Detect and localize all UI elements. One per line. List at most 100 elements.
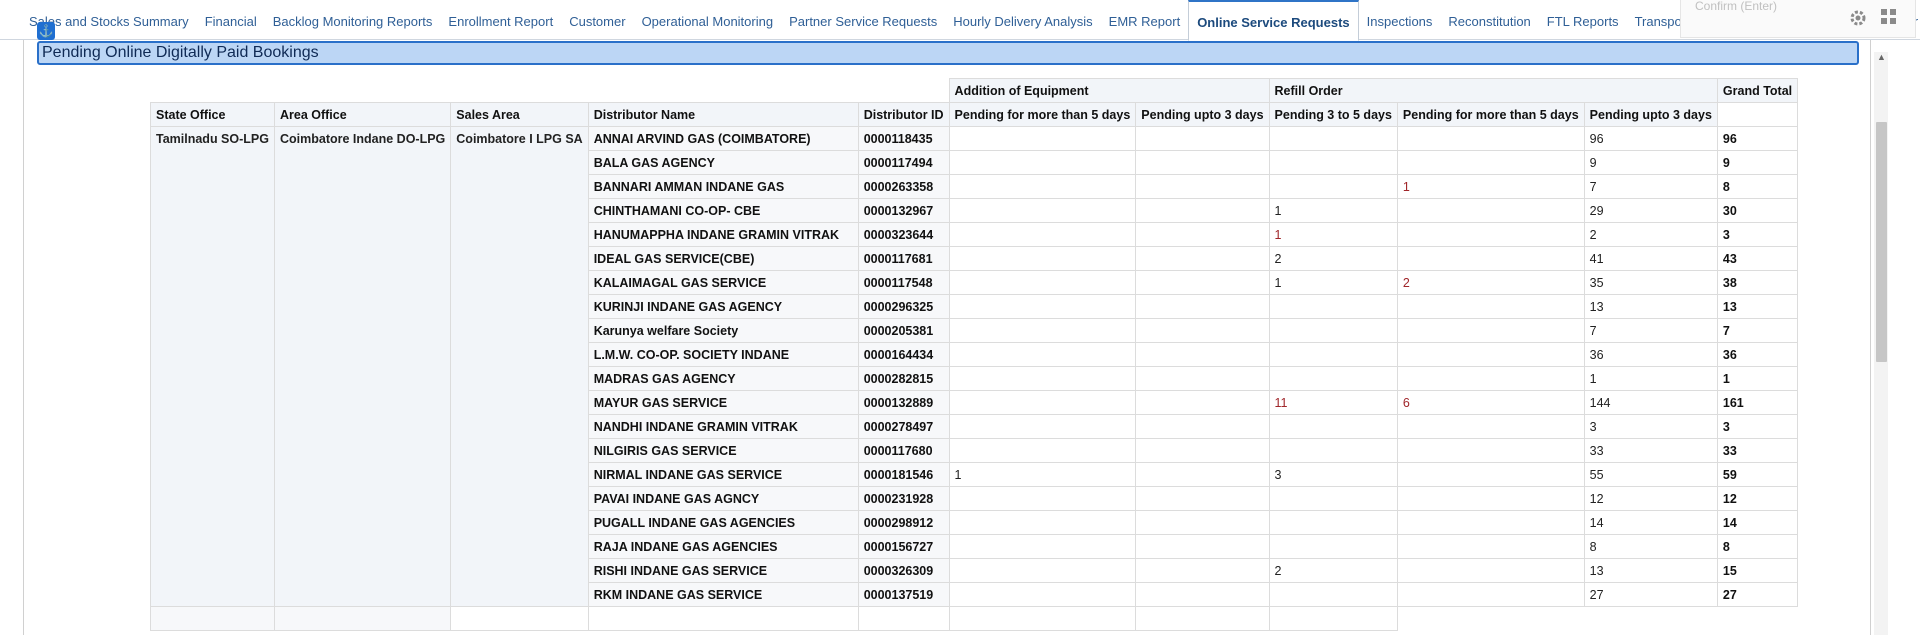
value-cell xyxy=(1268,342,1398,367)
col-header-ref-upto-3: Pending upto 3 days xyxy=(1583,102,1718,127)
distributor-id-cell: 0000132889 xyxy=(857,390,950,415)
tab-hourly-delivery-analysis[interactable]: Hourly Delivery Analysis xyxy=(945,0,1100,40)
distributor-id-cell: 0000117548 xyxy=(857,270,950,295)
grand-total-cell: 12 xyxy=(1716,486,1799,511)
col-header-add-more-5: Pending for more than 5 days xyxy=(948,102,1137,127)
value-cell xyxy=(1135,486,1270,511)
distributor-name-cell: RKM INDANE GAS SERVICE xyxy=(587,582,859,607)
anchor-icon[interactable]: ⚓ xyxy=(37,22,55,40)
grand-total-cell: 9 xyxy=(1716,150,1799,175)
tab-backlog-monitoring-reports[interactable]: Backlog Monitoring Reports xyxy=(265,0,441,40)
value-cell xyxy=(1135,318,1270,343)
value-cell: 6 xyxy=(1396,390,1585,415)
value-cell: 2 xyxy=(1268,246,1398,271)
value-cell: 144 xyxy=(1583,390,1718,415)
distributor-name-cell: NIRMAL INDANE GAS SERVICE xyxy=(587,462,859,487)
tab-operational-monitoring[interactable]: Operational Monitoring xyxy=(634,0,782,40)
empty-cell xyxy=(273,606,452,631)
grand-total-cell: 38 xyxy=(1716,270,1799,295)
value-cell xyxy=(1268,438,1398,463)
tab-enrollment-report[interactable]: Enrollment Report xyxy=(440,0,561,40)
value-cell xyxy=(1396,462,1585,487)
col-header-ref-more-5: Pending for more than 5 days xyxy=(1396,102,1585,127)
value-cell xyxy=(1135,510,1270,535)
value-cell: 29 xyxy=(1583,198,1718,223)
value-cell xyxy=(1396,582,1585,607)
value-cell xyxy=(1396,510,1585,535)
distributor-name-cell: MAYUR GAS SERVICE xyxy=(587,390,859,415)
value-cell xyxy=(1268,174,1398,199)
value-cell xyxy=(1135,174,1270,199)
distributor-name-cell: NILGIRIS GAS SERVICE xyxy=(587,438,859,463)
distributor-id-cell: 0000156727 xyxy=(857,534,950,559)
value-cell: 1 xyxy=(1268,222,1398,247)
value-cell: 2 xyxy=(1268,558,1398,583)
grand-total-cell: 30 xyxy=(1716,198,1799,223)
distributor-id-cell: 0000181546 xyxy=(857,462,950,487)
value-cell xyxy=(1268,366,1398,391)
value-cell xyxy=(1135,150,1270,175)
value-cell xyxy=(1135,438,1270,463)
value-cell xyxy=(948,342,1137,367)
value-cell: 13 xyxy=(1583,558,1718,583)
value-cell xyxy=(1135,222,1270,247)
value-cell xyxy=(948,390,1137,415)
distributor-id-cell: 0000118435 xyxy=(857,126,950,151)
value-cell: 14 xyxy=(1583,510,1718,535)
scrollbar-thumb[interactable] xyxy=(1876,122,1887,362)
distributor-name-cell: NANDHI INDANE GRAMIN VITRAK xyxy=(587,414,859,439)
grand-total-cell: 161 xyxy=(1716,390,1799,415)
value-cell xyxy=(1135,270,1270,295)
tab-online-service-requests[interactable]: Online Service Requests xyxy=(1188,0,1359,41)
tab-inspections[interactable]: Inspections xyxy=(1359,0,1441,40)
value-cell: 9 xyxy=(1583,150,1718,175)
col-header-distributor-id: Distributor ID xyxy=(857,102,950,127)
grid-icon[interactable] xyxy=(1880,8,1898,26)
grand-total-cell: 43 xyxy=(1716,246,1799,271)
distributor-id-cell: 0000231928 xyxy=(857,486,950,511)
distributor-id-cell: 0000326309 xyxy=(857,558,950,583)
value-cell: 55 xyxy=(1583,462,1718,487)
distributor-id-cell: 0000282815 xyxy=(857,366,950,391)
value-cell xyxy=(948,198,1137,223)
value-cell xyxy=(948,150,1137,175)
table-row-partial xyxy=(150,606,1798,631)
grand-total-cell: 36 xyxy=(1716,342,1799,367)
distributor-id-cell: 0000117494 xyxy=(857,150,950,175)
scroll-up-arrow-icon[interactable]: ▲ xyxy=(1877,52,1886,62)
empty-cell xyxy=(1135,606,1270,631)
value-cell xyxy=(1268,486,1398,511)
value-cell xyxy=(948,534,1137,559)
value-cell: 7 xyxy=(1583,318,1718,343)
distributor-name-cell: PUGALL INDANE GAS AGENCIES xyxy=(587,510,859,535)
value-cell xyxy=(1396,126,1585,151)
grand-total-cell: 1 xyxy=(1716,366,1799,391)
tab-ftl-reports[interactable]: FTL Reports xyxy=(1539,0,1627,40)
distributor-id-cell: 0000164434 xyxy=(857,342,950,367)
value-cell xyxy=(948,246,1137,271)
group-header-grand-total: Grand Total xyxy=(1716,78,1799,103)
value-cell: 2 xyxy=(1583,222,1718,247)
tab-reconstitution[interactable]: Reconstitution xyxy=(1440,0,1538,40)
value-cell xyxy=(1396,366,1585,391)
header-spacer xyxy=(150,78,950,103)
vertical-scrollbar[interactable]: ▲ xyxy=(1874,52,1888,635)
col-header-sales-area: Sales Area xyxy=(450,102,589,127)
distributor-name-cell: KALAIMAGAL GAS SERVICE xyxy=(587,270,859,295)
value-cell xyxy=(1135,462,1270,487)
value-cell xyxy=(1268,318,1398,343)
value-cell xyxy=(1396,534,1585,559)
value-cell xyxy=(1268,126,1398,151)
grand-total-cell: 7 xyxy=(1716,318,1799,343)
sales-area-cell: Coimbatore I LPG SA xyxy=(450,126,589,607)
distributor-name-cell: RISHI INDANE GAS SERVICE xyxy=(587,558,859,583)
tab-financial[interactable]: Financial xyxy=(197,0,265,40)
value-cell xyxy=(1135,534,1270,559)
gear-icon[interactable] xyxy=(1848,8,1868,28)
tab-partner-service-requests[interactable]: Partner Service Requests xyxy=(781,0,945,40)
tab-customer[interactable]: Customer xyxy=(561,0,633,40)
value-cell: 27 xyxy=(1583,582,1718,607)
section-title: Pending Online Digitally Paid Bookings xyxy=(37,41,1859,65)
tab-emr-report[interactable]: EMR Report xyxy=(1101,0,1189,40)
distributor-id-cell: 0000263358 xyxy=(857,174,950,199)
